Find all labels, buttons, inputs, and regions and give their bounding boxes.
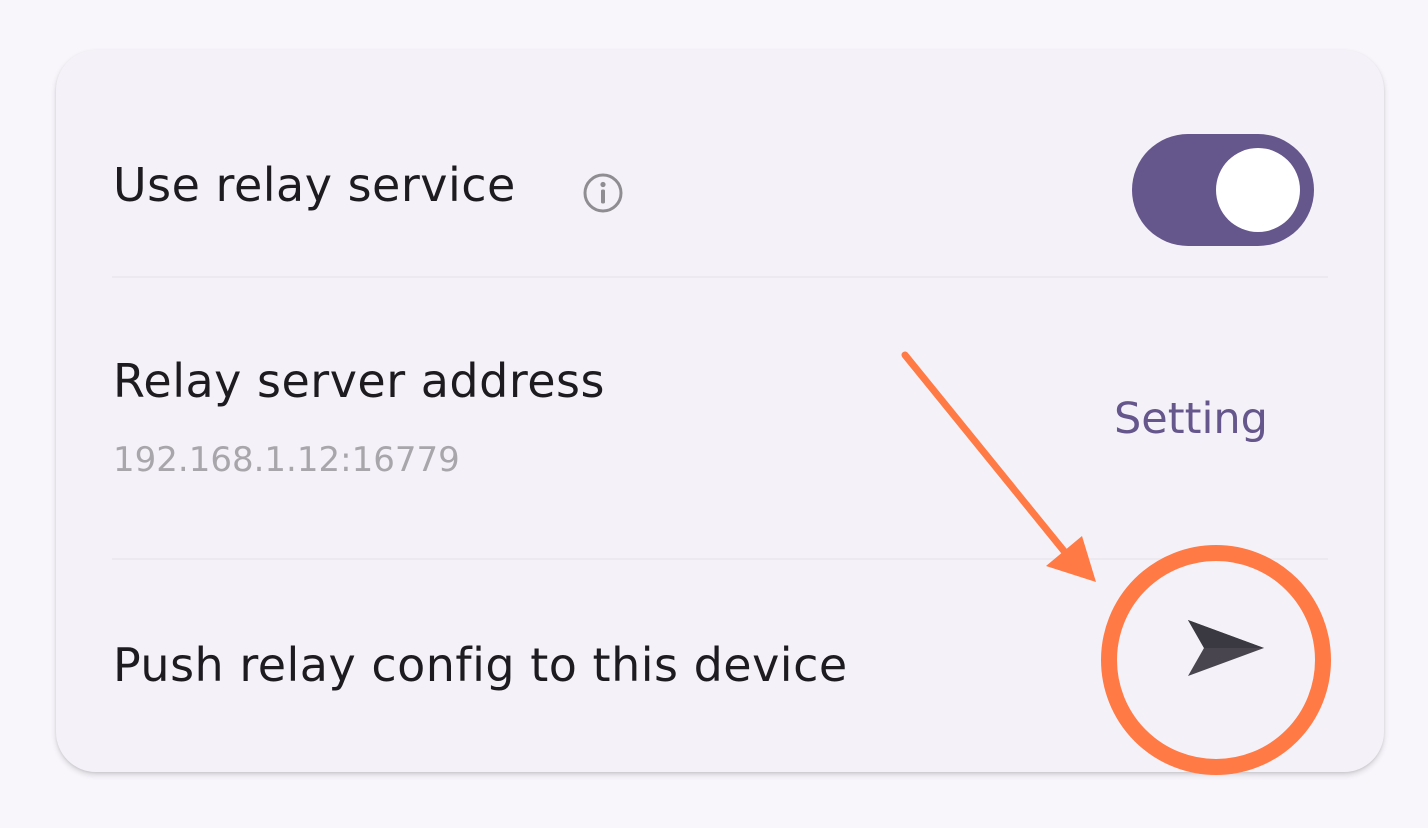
push-config-row[interactable]: Push relay config to this device [56,560,1384,772]
relay-server-row: Relay server address 192.168.1.12:16779 … [56,278,1384,560]
toggle-knob [1216,148,1300,232]
info-icon[interactable] [582,172,624,214]
push-config-label: Push relay config to this device [113,638,848,692]
send-icon[interactable] [1160,598,1270,708]
relay-settings-card: Use relay service Relay server address 1… [56,50,1384,772]
setting-button[interactable]: Setting [1096,384,1286,454]
use-relay-toggle[interactable] [1132,134,1314,246]
relay-server-address-label: Relay server address [113,354,605,408]
relay-server-address-value: 192.168.1.12:16779 [113,440,460,480]
use-relay-label: Use relay service [113,158,516,212]
use-relay-row[interactable]: Use relay service [56,50,1384,278]
